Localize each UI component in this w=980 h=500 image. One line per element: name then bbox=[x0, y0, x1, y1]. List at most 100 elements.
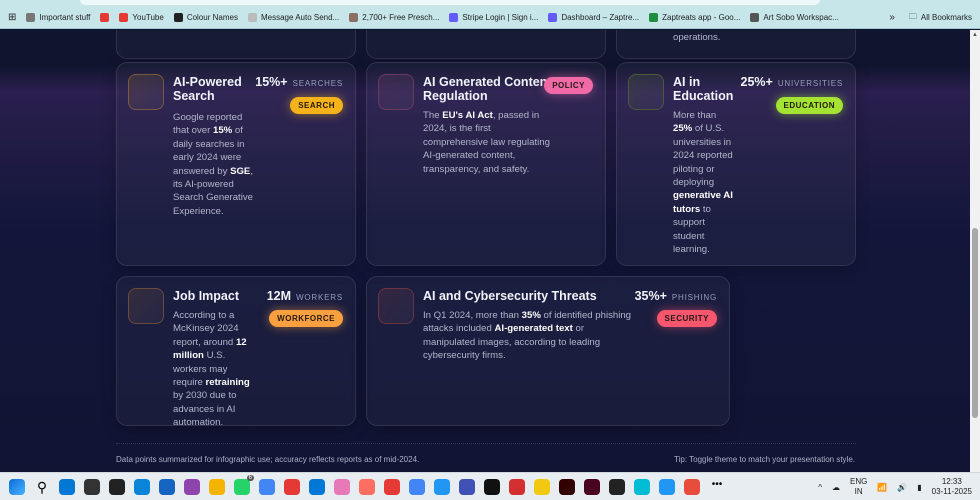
address-bar-edge bbox=[0, 0, 980, 7]
taskbar-app-icon[interactable] bbox=[309, 478, 325, 495]
card-icon bbox=[128, 74, 164, 110]
all-bookmarks-folder[interactable]: 🗀 All Bookmarks bbox=[909, 11, 972, 25]
bookmark-favicon-icon bbox=[26, 13, 36, 22]
card-partial bbox=[366, 30, 606, 59]
scrollbar-thumb[interactable] bbox=[972, 228, 978, 418]
bookmark-item[interactable]: Message Auto Send... bbox=[247, 13, 340, 22]
time-label: 12:33 bbox=[941, 477, 962, 486]
bookmark-item[interactable]: Dashboard – Zaptre... bbox=[548, 13, 639, 22]
taskbar-app-icon[interactable] bbox=[634, 478, 650, 495]
card-title: AI Generated Content Regulation bbox=[423, 75, 552, 103]
body-highlight: 15% bbox=[213, 125, 233, 137]
taskbar-app-icon[interactable] bbox=[109, 478, 125, 495]
taskbar-app-icon[interactable] bbox=[384, 478, 400, 495]
info-card: Job Impact According to a McKinsey 2024 … bbox=[116, 276, 356, 428]
taskbar-app-icon[interactable] bbox=[284, 478, 300, 495]
bookmark-favicon-icon bbox=[173, 13, 183, 22]
bookmark-favicon-icon bbox=[449, 13, 459, 22]
card-icon bbox=[378, 74, 414, 110]
bookmark-item[interactable]: Important stuff bbox=[26, 13, 90, 22]
onedrive-icon[interactable]: ☁ bbox=[832, 483, 840, 492]
page-content: operations. AI-Powered Search Google rep… bbox=[0, 30, 970, 472]
battery-icon[interactable]: ▮ bbox=[917, 483, 921, 492]
bookmark-item[interactable]: Stripe Login | Sign i... bbox=[449, 13, 538, 22]
taskbar-app-icon[interactable] bbox=[609, 478, 625, 495]
more-apps-icon[interactable]: ••• bbox=[709, 479, 725, 495]
card-icon bbox=[628, 74, 664, 110]
info-card: AI Generated Content Regulation The EU's… bbox=[366, 62, 606, 266]
card-partial: operations. bbox=[616, 30, 856, 59]
stat-unit: UNIVERSITIES bbox=[777, 79, 843, 88]
clock[interactable]: 12:33 03-11-2025 bbox=[932, 477, 972, 497]
bookmark-favicon-icon bbox=[349, 13, 359, 22]
stat-unit: SEARCHES bbox=[292, 79, 343, 88]
stat-value: 15%+ bbox=[255, 75, 288, 89]
language-indicator[interactable]: ENG IN bbox=[850, 477, 867, 497]
start-icon[interactable] bbox=[9, 478, 25, 495]
taskbar-app-icon[interactable] bbox=[159, 478, 175, 495]
category-badge[interactable]: POLICY bbox=[544, 77, 593, 94]
bookmark-favicon-icon bbox=[247, 13, 257, 22]
taskbar-app-icon[interactable] bbox=[459, 478, 475, 495]
bookmark-label: Message Auto Send... bbox=[260, 13, 340, 22]
bookmark-item[interactable]: Zaptreats app - Goo... bbox=[649, 13, 740, 22]
taskbar-app-icon[interactable] bbox=[584, 478, 600, 495]
info-card: AI-Powered Search Google reported that o… bbox=[116, 62, 356, 266]
wifi-icon[interactable]: 📶 bbox=[877, 483, 887, 492]
scrollbar[interactable]: ▲ bbox=[970, 30, 980, 472]
taskbar-app-icon[interactable] bbox=[184, 478, 200, 495]
apps-grid-icon[interactable]: ⊞ bbox=[8, 12, 16, 23]
category-badge[interactable]: SEARCH bbox=[290, 97, 343, 114]
taskbar-app-icon[interactable] bbox=[134, 478, 150, 495]
bookmark-item[interactable]: Art Sobo Workspac... bbox=[750, 13, 839, 22]
taskbar-app-icon[interactable] bbox=[559, 478, 575, 495]
bookmark-favicon-icon bbox=[548, 13, 558, 22]
taskbar-app-icon[interactable] bbox=[684, 478, 700, 495]
address-bar[interactable] bbox=[80, 0, 820, 5]
category-badge[interactable]: SECURITY bbox=[656, 310, 717, 327]
search-icon[interactable]: ⚲ bbox=[34, 479, 50, 495]
body-text: More than bbox=[673, 110, 717, 121]
region-label: IN bbox=[854, 487, 863, 496]
bookmark-label: Dashboard – Zaptre... bbox=[561, 13, 640, 22]
bookmark-item[interactable]: Colour Names bbox=[173, 13, 238, 22]
taskbar-app-icon[interactable] bbox=[409, 478, 425, 495]
taskbar-app-icon[interactable] bbox=[334, 478, 350, 495]
taskbar-app-icon[interactable] bbox=[84, 478, 100, 495]
taskbar-app-icon[interactable] bbox=[209, 478, 225, 495]
bookmark-favicon-icon bbox=[100, 13, 110, 22]
taskbar-app-icon[interactable] bbox=[59, 478, 75, 495]
scroll-up-icon[interactable]: ▲ bbox=[972, 32, 978, 38]
taskbar-app-icon[interactable] bbox=[534, 478, 550, 495]
bookmark-item[interactable]: YouTube bbox=[119, 13, 164, 22]
taskbar-app-icon[interactable] bbox=[659, 478, 675, 495]
bookmark-item[interactable]: 2,700+ Free Presch... bbox=[349, 13, 439, 22]
body-highlight: SGE bbox=[230, 165, 251, 177]
bookmark-label: Art Sobo Workspac... bbox=[763, 13, 839, 22]
stat-value: 12M bbox=[266, 289, 292, 303]
taskbar-app-icon[interactable] bbox=[434, 478, 450, 495]
stat-unit: WORKERS bbox=[296, 293, 343, 302]
taskbar-app-icon[interactable] bbox=[484, 478, 500, 495]
language-label: ENG bbox=[849, 477, 868, 486]
category-badge[interactable]: EDUCATION bbox=[775, 97, 843, 114]
taskbar-app-icon[interactable] bbox=[509, 478, 525, 495]
taskbar-app-icon[interactable]: 6 bbox=[234, 474, 254, 495]
bookmarks-bar: ⊞ Important stuff YouTube Colour Names Mess… bbox=[0, 7, 980, 29]
taskbar-app-icon[interactable] bbox=[359, 478, 375, 495]
bookmark-favicon-icon bbox=[649, 13, 659, 22]
card-icon bbox=[378, 288, 414, 324]
volume-icon[interactable]: 🔊 bbox=[897, 483, 907, 492]
system-tray: ^ ☁ ENG IN 📶 🔊 ▮ 12:33 03-11-2025 bbox=[818, 477, 972, 497]
category-badge[interactable]: WORKFORCE bbox=[269, 310, 343, 327]
taskbar-app-icon[interactable] bbox=[259, 478, 275, 495]
body-highlight: EU's AI Act bbox=[442, 110, 493, 121]
card-partial-text: operations. bbox=[673, 32, 721, 43]
more-bookmarks-button[interactable]: » bbox=[889, 12, 895, 23]
card-body: The EU's AI Act, passed in 2024, is the … bbox=[423, 109, 553, 176]
bookmark-favicon-icon bbox=[119, 13, 129, 22]
bookmark-item[interactable] bbox=[100, 13, 110, 22]
show-hidden-icons[interactable]: ^ bbox=[818, 483, 822, 492]
all-bookmarks-label: All Bookmarks bbox=[920, 13, 972, 22]
card-stat: 25%+ UNIVERSITIES bbox=[741, 75, 844, 89]
